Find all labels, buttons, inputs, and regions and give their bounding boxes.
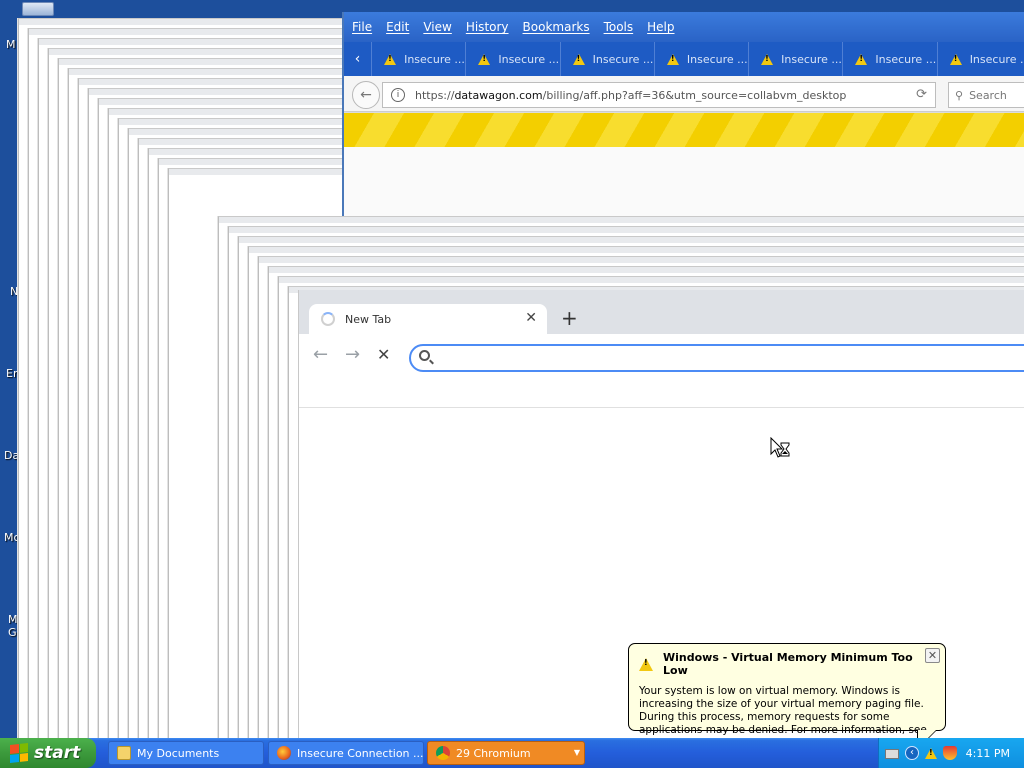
page-banner (344, 113, 1024, 147)
back-button[interactable]: ← (313, 344, 328, 366)
menu-tools[interactable]: Tools (604, 20, 634, 34)
desktop-icon-label[interactable]: M (6, 38, 16, 51)
warning-icon[interactable] (925, 747, 937, 759)
folder-icon (117, 746, 131, 760)
tab-scroll-left-button[interactable]: ‹ (344, 42, 373, 76)
firefox-menubar: File Edit View History Bookmarks Tools H… (344, 12, 1024, 42)
search-input[interactable]: ⚲ Search (948, 82, 1024, 108)
search-icon: ⚲ (955, 88, 964, 102)
warning-icon (639, 657, 653, 671)
desktop-icon[interactable] (22, 2, 54, 16)
taskbar-button-label: Insecure Connection ... (297, 746, 424, 760)
firefox-tabbar: ‹ Insecure ... Insecure ... Insecure ...… (344, 42, 1024, 76)
tab-label: Insecure ... (592, 52, 654, 66)
notification-balloon[interactable]: Windows - Virtual Memory Minimum Too Low… (628, 643, 946, 749)
warning-icon (384, 53, 397, 65)
chromium-toolbar: ← → ✕ (299, 334, 1024, 380)
back-button[interactable]: ← (352, 81, 380, 109)
tab-label: Insecure ... (686, 52, 748, 66)
windows-logo-icon (10, 743, 28, 763)
tab-label: Insecure ... (781, 52, 842, 66)
desktop-icon-label[interactable]: N (10, 285, 18, 298)
tab-label: Insecure ... (875, 52, 937, 66)
back-arrow-icon: ← (360, 87, 372, 103)
security-shield-icon[interactable] (943, 746, 957, 760)
toolbar-divider (299, 407, 1024, 408)
clock: 4:11 PM (965, 746, 1010, 760)
start-button[interactable]: start (0, 738, 96, 768)
busy-cursor-icon (770, 437, 790, 458)
tab-insecure[interactable]: Insecure ... (843, 42, 938, 76)
desktop-icon-label[interactable]: M (8, 613, 18, 626)
forward-button[interactable]: → (345, 344, 360, 366)
balloon-close-button[interactable]: ✕ (925, 648, 940, 663)
start-label: start (34, 743, 81, 763)
warning-icon (855, 53, 868, 65)
taskbar-button-chromium-group[interactable]: 29 Chromium ▼ (427, 741, 585, 765)
tab-label: Insecure ... (498, 52, 560, 66)
reload-icon[interactable]: ⟳ (916, 87, 927, 102)
taskbar-button-firefox[interactable]: Insecure Connection ... (268, 741, 424, 765)
chromium-icon (436, 746, 450, 760)
tab-title: New Tab (345, 312, 392, 326)
taskbar: start My Documents Insecure Connection .… (0, 738, 1024, 768)
firefox-icon (277, 746, 291, 760)
menu-history[interactable]: History (466, 20, 509, 34)
loading-spinner-icon (321, 312, 335, 326)
tab-insecure[interactable]: Insecure ... (466, 42, 561, 76)
page-content (344, 147, 1024, 222)
warning-icon (478, 53, 491, 65)
info-icon[interactable]: i (391, 88, 405, 102)
new-tab-button[interactable]: + (561, 308, 578, 328)
desktop-icon-label[interactable]: Er (6, 367, 17, 380)
menu-bookmarks[interactable]: Bookmarks (523, 20, 590, 34)
keyboard-icon[interactable] (885, 749, 899, 759)
desktop-icon-label[interactable]: Da (4, 449, 19, 462)
omnibox-input[interactable] (409, 344, 1024, 372)
tab-insecure[interactable]: Insecure ... (372, 42, 467, 76)
balloon-title: Windows - Virtual Memory Minimum Too Low (663, 651, 913, 677)
url-path: /billing/aff.php?aff=36&utm_source=colla… (542, 88, 847, 102)
menu-view[interactable]: View (423, 20, 451, 34)
tab-insecure[interactable]: Insecure ... (938, 42, 1024, 76)
menu-help[interactable]: Help (647, 20, 674, 34)
tab-insecure[interactable]: Insecure ... (561, 42, 655, 76)
tab-insecure[interactable]: Insecure ... (655, 42, 750, 76)
tab-label: Insecure ... (969, 52, 1024, 66)
system-tray: ‹ 4:11 PM (878, 738, 1024, 768)
url-domain: datawagon.com (454, 88, 543, 102)
chromium-tabstrip: New Tab ✕ + (299, 290, 1024, 334)
chevron-left-icon[interactable]: ‹ (905, 746, 919, 760)
stop-button[interactable]: ✕ (377, 344, 390, 366)
warning-icon (761, 53, 774, 65)
taskbar-button-label: My Documents (137, 746, 220, 760)
menu-file[interactable]: File (352, 20, 372, 34)
warning-icon (666, 53, 679, 65)
firefox-navbar: ← i https://datawagon.com/billing/aff.ph… (344, 76, 1024, 112)
url-prefix: https:// (415, 88, 455, 102)
menu-edit[interactable]: Edit (386, 20, 409, 34)
warning-icon (572, 53, 585, 65)
desktop-icon-label[interactable]: G (8, 626, 17, 639)
balloon-title-row: Windows - Virtual Memory Minimum Too Low (639, 651, 935, 677)
chevron-down-icon: ▼ (573, 748, 580, 757)
close-icon[interactable]: ✕ (525, 310, 537, 326)
taskbar-button-label: 29 Chromium (456, 746, 531, 760)
warning-icon (949, 53, 962, 65)
firefox-window: File Edit View History Bookmarks Tools H… (342, 12, 1024, 222)
tab-insecure[interactable]: Insecure ... (749, 42, 844, 76)
url-bar[interactable]: i https://datawagon.com/billing/aff.php?… (382, 82, 936, 108)
taskbar-button-my-documents[interactable]: My Documents (108, 741, 264, 765)
search-placeholder: Search (969, 88, 1007, 102)
tab-new-tab[interactable]: New Tab ✕ (309, 304, 547, 334)
tab-label: Insecure ... (404, 52, 465, 66)
search-icon (419, 350, 430, 361)
